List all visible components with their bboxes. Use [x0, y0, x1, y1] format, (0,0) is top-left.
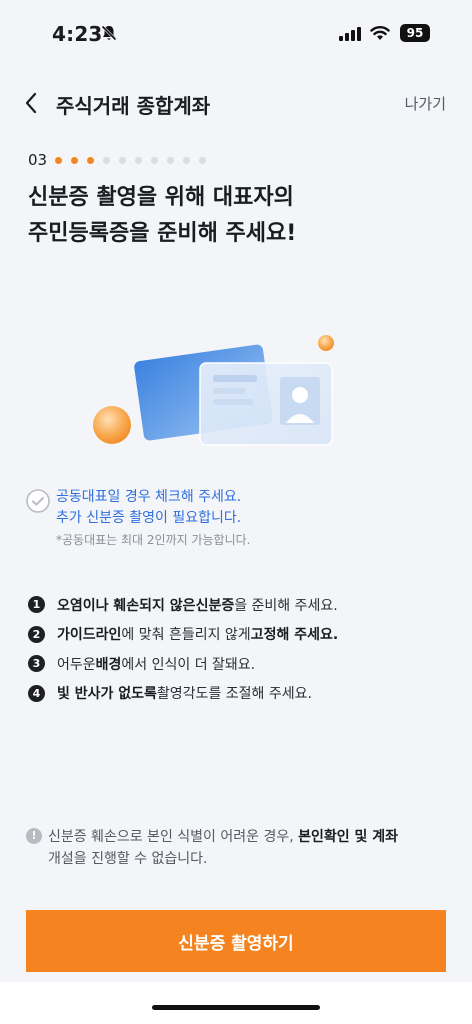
status-bar: 4:23 95 [0, 0, 472, 70]
tip-text: 신분증 [195, 597, 235, 614]
progress-dot [71, 156, 79, 164]
progress-dot [55, 156, 63, 164]
home-area [0, 982, 472, 1024]
tip-number-badge: 2 [28, 625, 45, 643]
page-title: 주식거래 종합계좌 [56, 94, 211, 118]
tip-text: 어두운 [57, 656, 96, 673]
tip-number-badge: 1 [28, 596, 45, 614]
progress-dot [199, 156, 207, 164]
progress-dot [167, 156, 175, 164]
step-progress: 03 [28, 150, 215, 170]
tip-text: 촬영각도를 조절해 주세요. [156, 686, 312, 703]
tip-item: 4 빛 반사가 없도록 촬영각도를 조절해 주세요. [28, 679, 448, 709]
check-circle-icon[interactable] [26, 489, 50, 517]
tip-text: 에 맞춰 흔들리지 않게 [121, 627, 251, 644]
headline: 신분증 촬영을 위해 대표자의 주민등록증을 준비해 주세요! [28, 180, 296, 252]
tip-text: 빛 반사가 없도록 [57, 686, 157, 703]
home-indicator[interactable] [152, 1005, 320, 1010]
headline-line-1: 신분증 촬영을 위해 대표자의 [28, 185, 294, 210]
joint-note: *공동대표는 최대 2인까지 가능합니다. [56, 533, 251, 547]
tip-text: 에서 인식이 더 잘돼요. [121, 656, 256, 673]
signal-icon [339, 26, 361, 45]
progress-dot [183, 156, 191, 164]
progress-dot [103, 156, 111, 164]
progress-dot [151, 156, 159, 164]
progress-dots [55, 156, 215, 164]
tip-item: 2 가이드라인 에 맞춰 흔들리지 않게 고정해 주세요. [28, 620, 448, 650]
wifi-icon [370, 25, 390, 45]
headline-line-2: 주민등록증을 준비해 주세요! [28, 221, 297, 246]
tip-item: 1 오염이나 훼손되지 않은 신분증 을 준비해 주세요. [28, 590, 448, 620]
warning-text: 신분증 훼손으로 본인 식별이 어려운 경우, 본인확인 및 계좌 개설을 진행… [48, 826, 398, 870]
exclamation-circle-icon: ! [26, 828, 42, 844]
tip-text: 오염이나 훼손되지 않은 [57, 597, 196, 614]
tip-text: 가이드라인 [57, 627, 122, 644]
tips-list: 1 오염이나 훼손되지 않은 신분증 을 준비해 주세요. 2 가이드라인 에 맞춰 흔들… [28, 590, 448, 708]
bell-slash-icon [100, 24, 118, 46]
tip-text: 배경 [95, 656, 122, 673]
tip-number-badge: 3 [28, 655, 45, 673]
id-card-illustration [80, 325, 360, 465]
warning-line-1: 신분증 훼손으로 본인 식별이 어려운 경우, 본인확인 및 계좌 [48, 826, 398, 848]
tip-text: 고정해 주세요. [250, 627, 339, 644]
progress-dot [119, 156, 127, 164]
joint-label-line-1: 공동대표일 경우 체크해 주세요. [56, 489, 242, 505]
progress-dot [135, 156, 143, 164]
warning-line-1-b: 본인확인 및 계좌 [298, 829, 399, 845]
joint-label-line-2: 추가 신분증 촬영이 필요합니다. [56, 510, 242, 526]
status-time: 4:23 [52, 22, 103, 46]
tip-number-badge: 4 [28, 684, 45, 702]
battery-icon: 95 [400, 24, 430, 42]
exit-button[interactable]: 나가기 [405, 93, 446, 114]
capture-id-button[interactable]: 신분증 촬영하기 [26, 910, 446, 972]
joint-label: 공동대표일 경우 체크해 주세요. 추가 신분증 촬영이 필요합니다. [56, 487, 241, 529]
tip-item: 3 어두운 배경 에서 인식이 더 잘돼요. [28, 649, 448, 679]
warning-line-1-a: 신분증 훼손으로 본인 식별이 어려운 경우, [48, 829, 299, 845]
tip-text: 을 준비해 주세요. [234, 597, 338, 614]
progress-dot [87, 156, 95, 164]
step-number: 03 [28, 151, 48, 169]
chevron-left-icon[interactable] [24, 92, 38, 118]
nav-bar: 주식거래 종합계좌 나가기 [0, 84, 472, 124]
warning-line-2: 개설을 진행할 수 없습니다. [48, 851, 208, 867]
